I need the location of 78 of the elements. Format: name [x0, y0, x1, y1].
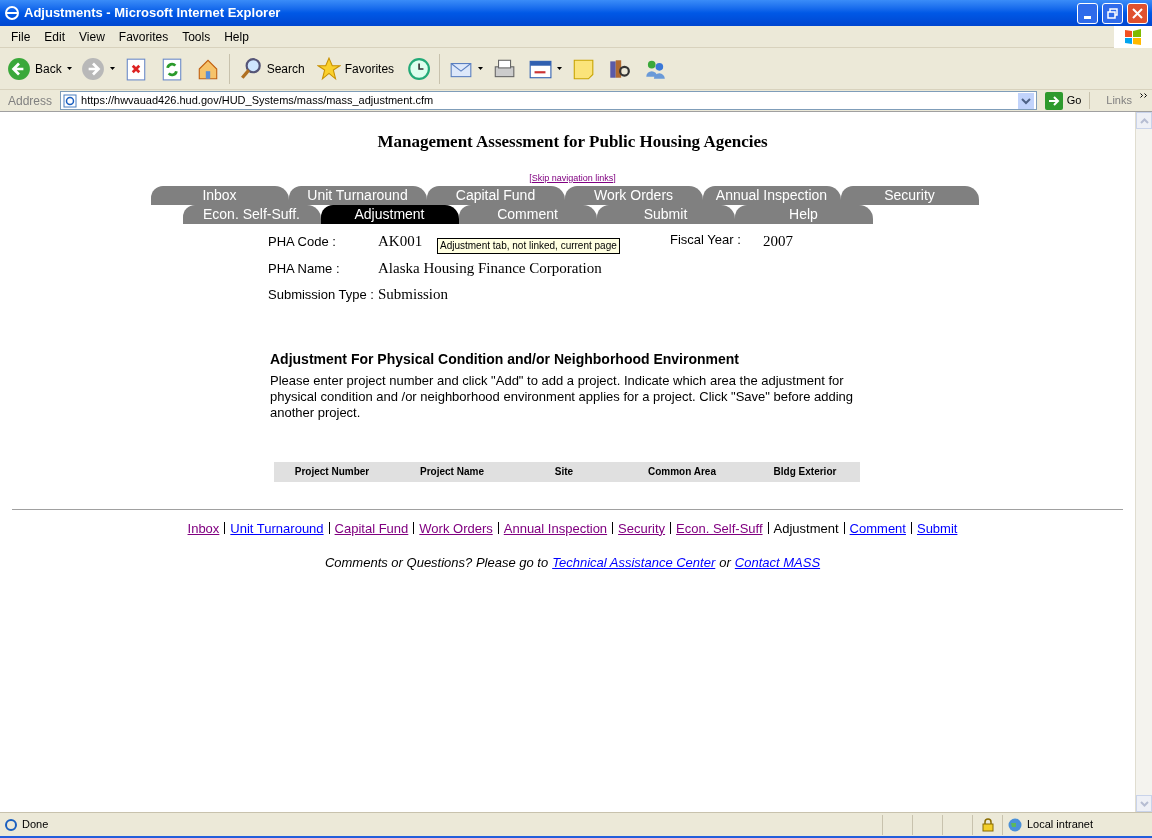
- nav-tab[interactable]: Adjustment: [320, 205, 459, 224]
- field-label: PHA Code :: [268, 233, 337, 251]
- column-header: Common Area: [647, 465, 717, 479]
- tooltip: Adjustment tab, not linked, current page: [437, 238, 620, 254]
- contact-text: or: [719, 554, 731, 572]
- technical-assistance-link[interactable]: Technical Assistance Center: [552, 553, 716, 573]
- footer-link[interactable]: Comment: [849, 518, 906, 538]
- menu-item[interactable]: Favorites: [111, 25, 176, 48]
- close-button[interactable]: [1127, 2, 1148, 24]
- menu-item[interactable]: File: [4, 25, 38, 48]
- skip-navigation-link[interactable]: [Skip navigation links]: [529, 171, 616, 185]
- contact-text: Comments or Questions? Please go to: [324, 554, 549, 572]
- menu-item[interactable]: View: [72, 25, 112, 48]
- menu-item[interactable]: Edit: [37, 25, 73, 48]
- column-header: Site: [553, 465, 575, 479]
- caret-icon[interactable]: [109, 67, 115, 70]
- minimize-button[interactable]: [1077, 2, 1098, 24]
- column-header: Project Name: [419, 465, 485, 479]
- footer-link[interactable]: Annual Inspection: [503, 518, 608, 538]
- footer-link[interactable]: Econ. Self-Suff: [676, 518, 763, 538]
- nav-tab[interactable]: Work Orders: [564, 186, 703, 205]
- go-button[interactable]: Go: [1040, 91, 1086, 110]
- nav-tab[interactable]: Comment: [458, 205, 597, 224]
- star-icon: [316, 56, 341, 81]
- field-value: Submission: [378, 285, 449, 304]
- column-header: Project Number: [293, 465, 371, 479]
- nav-tab[interactable]: Econ. Self-Suff.: [182, 205, 321, 224]
- nav-tab[interactable]: Security: [840, 186, 979, 205]
- window-title: Adjustments - Microsoft Internet Explorer: [24, 4, 282, 23]
- nav-tab[interactable]: Annual Inspection: [702, 186, 841, 205]
- restore-icon: [1107, 7, 1118, 19]
- search-icon: [238, 56, 263, 81]
- address-label: Address: [7, 92, 54, 110]
- section-title: Adjustment For Physical Condition and/or Neighborhood Environment: [270, 349, 740, 369]
- chevron-icon[interactable]: [1140, 93, 1148, 98]
- page-heading: Management Assessment for Public Housing Agencies: [376, 131, 769, 153]
- nav-tab[interactable]: Inbox: [150, 186, 289, 205]
- column-header: Bldg Exterior: [772, 465, 838, 479]
- windows-logo: [1114, 25, 1152, 48]
- current-page-text: Adjustment: [773, 519, 839, 538]
- field-label: Fiscal Year :: [670, 231, 742, 249]
- caret-icon[interactable]: [66, 67, 72, 70]
- back-button[interactable]: Back: [4, 52, 65, 85]
- dropdown-icon[interactable]: [1017, 92, 1034, 109]
- lock-icon: [981, 817, 994, 832]
- nav-tab[interactable]: Submit: [596, 205, 735, 224]
- nav-tab[interactable]: Unit Turnaround: [288, 186, 427, 205]
- minimize-icon: [1084, 15, 1091, 19]
- close-icon: [1132, 7, 1143, 19]
- field-value: AK001: [378, 232, 423, 251]
- footer-link[interactable]: Work Orders: [419, 518, 493, 538]
- footer-link[interactable]: Security: [618, 518, 666, 538]
- nav-tab[interactable]: Help: [734, 205, 873, 224]
- status-text: Done: [22, 817, 50, 833]
- restore-button[interactable]: [1102, 2, 1123, 24]
- favorites-button[interactable]: Favorites: [313, 52, 398, 85]
- address-field[interactable]: https://hwvauad426.hud.gov/HUD_Systems/mass/mass_adjustment.cfm: [60, 91, 1037, 110]
- field-value: Alaska Housing Finance Corporation: [378, 258, 602, 278]
- zone-text: Local intranet: [1027, 817, 1094, 833]
- search-button[interactable]: Search: [235, 52, 308, 85]
- page-icon: [63, 93, 78, 108]
- browser-icon: [4, 5, 20, 21]
- nav-tab[interactable]: Capital Fund: [426, 186, 565, 205]
- contact-link[interactable]: Contact MASS: [734, 553, 821, 573]
- menu-item[interactable]: Help: [217, 25, 256, 48]
- page-icon: [4, 817, 18, 832]
- menu-item[interactable]: Tools: [175, 25, 218, 48]
- footer-link[interactable]: Capital Fund: [334, 518, 409, 538]
- globe-icon: [1007, 816, 1023, 833]
- footer-link[interactable]: Unit Turnaround: [230, 518, 324, 538]
- field-label: PHA Name :: [268, 259, 341, 278]
- instructions-text: Please enter project number and click "Add" to add a project. Indicate which area the adjustment for physical condition and /or neighborhood environment applies for a project. Click "Save" before adding another project.: [270, 372, 855, 421]
- footer-link[interactable]: Submit: [916, 518, 958, 538]
- field-value: 2007: [763, 232, 793, 251]
- field-label: Submission Type :: [268, 286, 375, 304]
- footer-link[interactable]: Inbox: [187, 518, 220, 538]
- caret-icon[interactable]: [557, 67, 563, 70]
- caret-icon[interactable]: [478, 67, 484, 70]
